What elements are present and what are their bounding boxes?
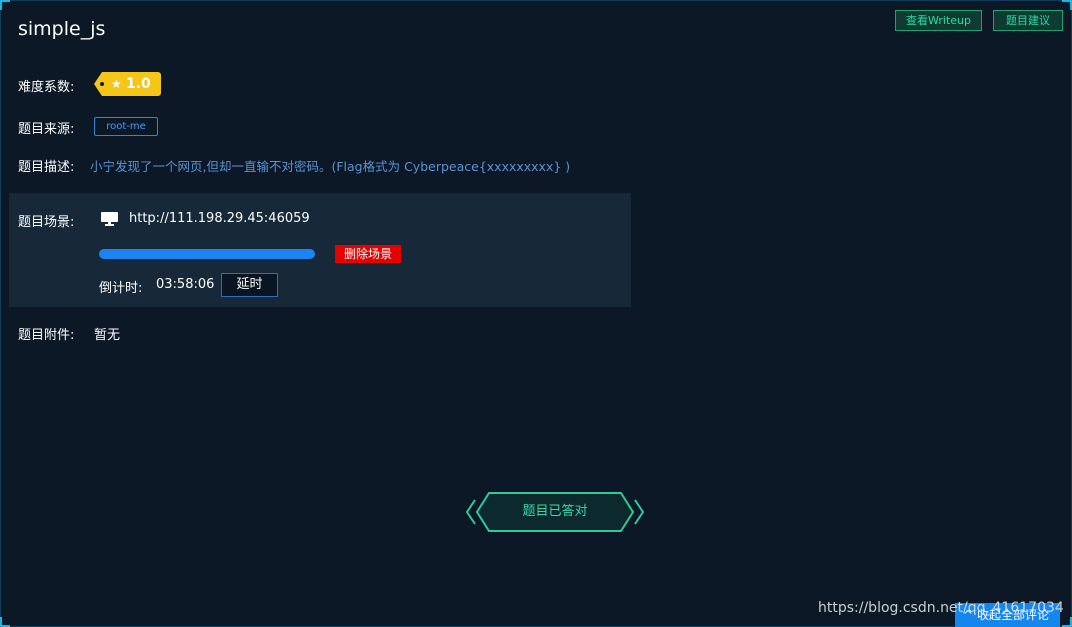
scene-url-link[interactable]: http://111.198.29.45:46059 (129, 211, 310, 226)
difficulty-value: 1.0 (126, 76, 151, 92)
collapse-comments-label: 收起全部评论 (977, 608, 1050, 622)
monitor-icon (101, 212, 118, 226)
countdown-value: 03:58:06 (156, 277, 215, 292)
view-writeup-button[interactable]: 查看Writeup (895, 10, 982, 31)
attachment-label: 题目附件: (18, 328, 75, 343)
answered-status-label: 题目已答对 (522, 504, 588, 519)
corner-decoration (1062, 0, 1072, 10)
description-label: 题目描述: (18, 160, 75, 175)
corner-decoration (0, 617, 10, 627)
attachment-value: 暂无 (94, 328, 121, 343)
chevron-up-icon: ^ (963, 608, 974, 622)
challenge-title: simple_js (18, 18, 106, 40)
corner-decoration (0, 0, 10, 10)
scene-label: 题目场景: (18, 215, 75, 230)
tag-hole (100, 82, 104, 86)
delete-scene-button[interactable]: 删除场景 (335, 245, 401, 263)
difficulty-badge: ★ 1.0 (94, 72, 161, 96)
challenge-suggestion-button[interactable]: 题目建议 (993, 10, 1063, 31)
star-icon: ★ (111, 77, 122, 91)
difficulty-label: 难度系数: (18, 80, 75, 95)
extend-time-button[interactable]: 延时 (221, 273, 278, 297)
source-label: 题目来源: (18, 122, 75, 137)
scene-panel: 题目场景: http://111.198.29.45:46059 删除场景 倒计… (9, 193, 631, 307)
source-tag[interactable]: root-me (94, 117, 158, 136)
scene-progress-fill (99, 249, 315, 259)
scene-progress-bar (99, 249, 315, 259)
answered-status-badge: 题目已答对 (465, 491, 645, 533)
corner-decoration (1062, 617, 1072, 627)
collapse-comments-button[interactable]: ^ 收起全部评论 (955, 603, 1060, 627)
countdown-label: 倒计时: (99, 281, 143, 296)
challenge-description: 小宁发现了一个网页,但却一直输不对密码。(Flag格式为 Cyberpeace{… (90, 159, 571, 174)
